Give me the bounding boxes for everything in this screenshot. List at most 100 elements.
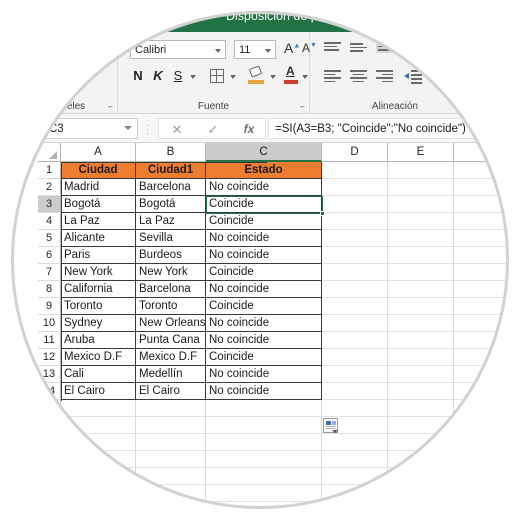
formula-input[interactable]: =SI(A3=B3; "Coincide";"No coincide") (268, 118, 509, 139)
cell-A13[interactable]: Cali (61, 366, 136, 383)
cell-B12[interactable]: Mexico D.F (136, 349, 206, 366)
autofill-options-button[interactable] (323, 418, 338, 433)
cell-B9[interactable]: Toronto (136, 298, 206, 315)
column-header-d[interactable]: D (322, 143, 388, 162)
borders-icon[interactable] (210, 69, 224, 83)
cell-F8[interactable] (454, 281, 509, 298)
cell-blank[interactable] (322, 451, 388, 468)
copy-icon[interactable] (72, 44, 87, 59)
cell-B5[interactable]: Sevilla (136, 230, 206, 247)
cell-C2[interactable]: No coincide (206, 179, 322, 196)
cell-E8[interactable] (388, 281, 454, 298)
cell-blank[interactable] (454, 400, 509, 417)
cell-F6[interactable] (454, 247, 509, 264)
cell-blank[interactable] (136, 468, 206, 485)
cell-E5[interactable] (388, 230, 454, 247)
cell-blank[interactable] (206, 400, 322, 417)
cell-D3[interactable] (322, 196, 388, 213)
column-header-c[interactable]: C (206, 143, 322, 162)
fill-color-chevron-down-icon[interactable] (270, 75, 276, 79)
cell-C8[interactable]: No coincide (206, 281, 322, 298)
cell-C1[interactable]: Estado (206, 162, 322, 179)
cell-C14[interactable]: No coincide (206, 383, 322, 400)
cell-A12[interactable]: Mexico D.F (61, 349, 136, 366)
cell-D9[interactable] (322, 298, 388, 315)
tab-insertar[interactable]: rtar (148, 11, 183, 32)
cell-blank[interactable] (61, 502, 136, 509)
select-all-corner[interactable] (38, 143, 61, 162)
underline-chevron-down-icon[interactable] (190, 75, 196, 79)
borders-chevron-down-icon[interactable] (230, 75, 236, 79)
cell-F13[interactable] (454, 366, 509, 383)
row-header-13[interactable]: 13 (38, 366, 61, 383)
cell-blank[interactable] (136, 434, 206, 451)
cell-C9[interactable]: Coincide (206, 298, 322, 315)
cell-E9[interactable] (388, 298, 454, 315)
tab-formulas[interactable]: Fó (352, 11, 383, 32)
cell-blank[interactable] (322, 485, 388, 502)
cell-F14[interactable] (454, 383, 509, 400)
cell-blank[interactable] (136, 502, 206, 509)
row-header-12[interactable]: 12 (38, 349, 61, 366)
column-header-b[interactable]: B (136, 143, 206, 162)
font-size-chevron-down-icon[interactable] (265, 49, 271, 53)
cell-blank[interactable] (61, 434, 136, 451)
orientation-chevron-down-icon[interactable] (430, 46, 436, 50)
bold-button[interactable]: N (130, 68, 146, 83)
cell-blank[interactable] (454, 417, 509, 434)
cell-A4[interactable]: La Paz (61, 213, 136, 230)
cell-D8[interactable] (322, 281, 388, 298)
cell-blank[interactable] (454, 451, 509, 468)
cell-E13[interactable] (388, 366, 454, 383)
font-name-chevron-down-icon[interactable] (215, 49, 221, 53)
cell-E14[interactable] (388, 383, 454, 400)
row-header-6[interactable]: 6 (38, 247, 61, 264)
cell-B6[interactable]: Burdeos (136, 247, 206, 264)
cell-blank[interactable] (206, 451, 322, 468)
cell-B13[interactable]: Medellín (136, 366, 206, 383)
cell-blank[interactable] (136, 417, 206, 434)
cell-blank[interactable] (38, 434, 61, 451)
font-name-combobox[interactable]: Calibri (130, 40, 226, 59)
copy-dropdown-icon[interactable] (90, 51, 96, 55)
cell-E3[interactable] (388, 196, 454, 213)
cell-blank[interactable] (206, 485, 322, 502)
cell-D1[interactable] (322, 162, 388, 179)
column-header-e[interactable]: E (388, 143, 454, 162)
decrease-indent-icon[interactable] (404, 70, 422, 84)
font-dialog-launcher-icon[interactable]: ⌐ (300, 102, 305, 111)
row-header-2[interactable]: 2 (38, 179, 61, 196)
column-header-a[interactable]: A (61, 143, 136, 162)
align-right-icon[interactable] (376, 70, 393, 83)
cell-F11[interactable] (454, 332, 509, 349)
row-header-10[interactable]: 10 (38, 315, 61, 332)
cell-blank[interactable] (136, 400, 206, 417)
cell-blank[interactable] (206, 417, 322, 434)
clipboard-dialog-launcher-icon[interactable]: ⌐ (108, 102, 113, 111)
cell-blank[interactable] (38, 485, 61, 502)
cell-B1[interactable]: Ciudad1 (136, 162, 206, 179)
cell-B2[interactable]: Barcelona (136, 179, 206, 196)
row-header-9[interactable]: 9 (38, 298, 61, 315)
cell-C3[interactable]: Coincide (206, 196, 322, 213)
cell-A7[interactable]: New York (61, 264, 136, 281)
cell-blank[interactable] (388, 468, 454, 485)
cell-E4[interactable] (388, 213, 454, 230)
cell-D13[interactable] (322, 366, 388, 383)
row-header-4[interactable]: 4 (38, 213, 61, 230)
italic-button[interactable]: K (150, 68, 166, 83)
cell-C11[interactable]: No coincide (206, 332, 322, 349)
cell-blank[interactable] (388, 434, 454, 451)
cell-E6[interactable] (388, 247, 454, 264)
cell-A14[interactable]: El Cairo (61, 383, 136, 400)
cell-blank[interactable] (388, 400, 454, 417)
cell-blank[interactable] (388, 485, 454, 502)
text-orientation-icon[interactable]: ab (408, 40, 426, 56)
cell-blank[interactable] (388, 417, 454, 434)
font-size-combobox[interactable]: 11 (234, 40, 276, 59)
row-header-1[interactable]: 1 (38, 162, 61, 179)
cell-A11[interactable]: Aruba (61, 332, 136, 349)
cell-B11[interactable]: Punta Cana (136, 332, 206, 349)
cell-D14[interactable] (322, 383, 388, 400)
cell-B3[interactable]: Bogotá (136, 196, 206, 213)
